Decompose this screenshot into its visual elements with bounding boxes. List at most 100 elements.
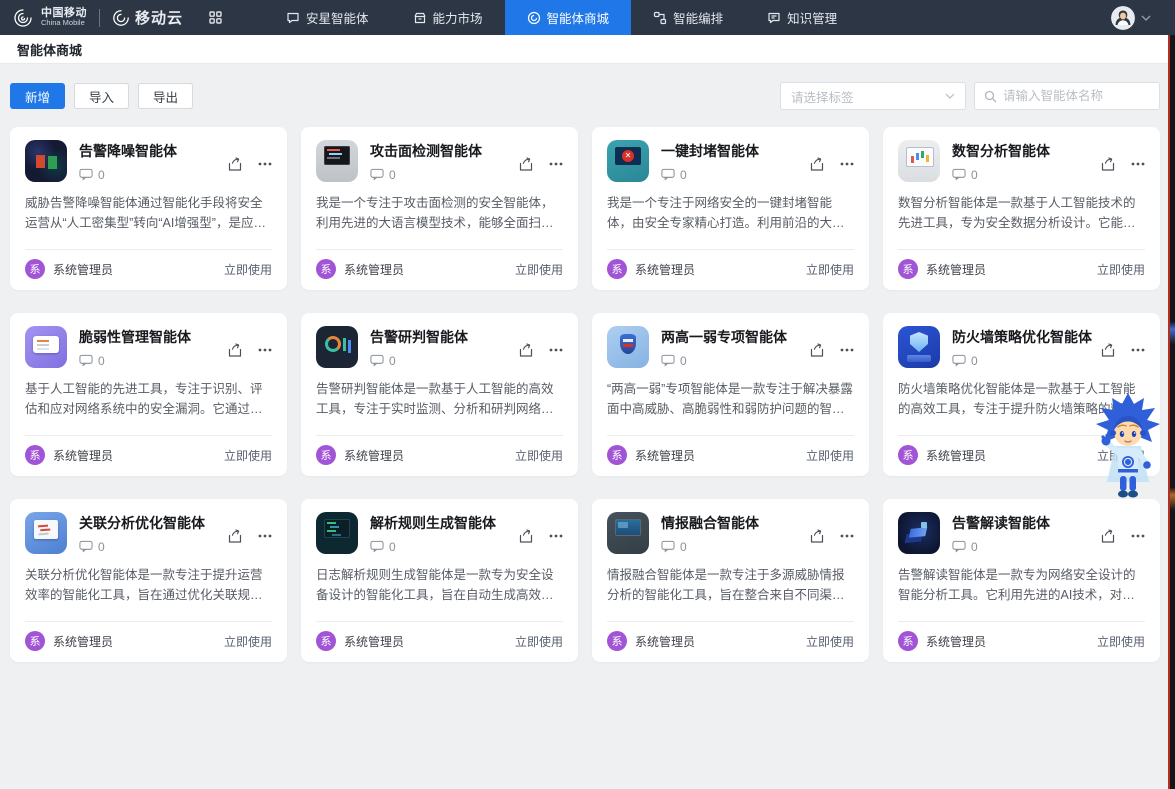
- more-options-icon[interactable]: [1131, 518, 1145, 554]
- nav-label: 智能体商城: [547, 8, 610, 27]
- nav-label: 能力市场: [433, 8, 483, 27]
- agent-card[interactable]: 两高一弱专项智能体 0 “两高一弱”专项智能体是一款专注于解决暴露面中高威胁、高…: [592, 313, 869, 476]
- chat-bubble-icon: [286, 11, 300, 25]
- share-icon[interactable]: [1100, 518, 1116, 554]
- share-icon[interactable]: [227, 518, 243, 554]
- agent-card[interactable]: 数智分析智能体 0 数智分析智能体是一款基于人工智能技术的先进工具，专为安全数据…: [883, 127, 1160, 290]
- use-now-link[interactable]: 立即使用: [806, 447, 854, 464]
- chevron-down-icon: [945, 93, 955, 99]
- import-button[interactable]: 导入: [74, 83, 129, 109]
- more-options-icon[interactable]: [258, 332, 272, 368]
- share-icon[interactable]: [809, 518, 825, 554]
- use-now-link[interactable]: 立即使用: [806, 633, 854, 650]
- agent-card[interactable]: 攻击面检测智能体 0 我是一个专注于攻击面检测的安全智能体，利用先进的大语言模型…: [301, 127, 578, 290]
- use-now-link[interactable]: 立即使用: [515, 261, 563, 278]
- more-options-icon[interactable]: [549, 518, 563, 554]
- use-now-link[interactable]: 立即使用: [1097, 261, 1145, 278]
- agent-description: 威胁告警降噪智能体通过智能化手段将安全运营从“人工密集型”转向“AI增强型”，是…: [25, 193, 272, 234]
- more-options-icon[interactable]: [1131, 146, 1145, 182]
- agent-card[interactable]: 脆弱性管理智能体 0 基于人工智能的先进工具，专注于识别、评估和应对网络系统中的…: [10, 313, 287, 476]
- use-now-link[interactable]: 立即使用: [806, 261, 854, 278]
- more-options-icon[interactable]: [258, 518, 272, 554]
- agent-title: 两高一弱专项智能体: [661, 326, 801, 347]
- agent-search-input[interactable]: [1003, 89, 1150, 103]
- agent-title: 告警降噪智能体: [79, 140, 219, 161]
- china-mobile-logo-icon: [13, 8, 33, 28]
- owner-avatar: 系: [316, 631, 336, 651]
- nav-item-anxing-agent[interactable]: 安星智能体: [264, 0, 391, 35]
- nav-label: 智能编排: [673, 8, 723, 27]
- agent-title: 数智分析智能体: [952, 140, 1092, 161]
- comment-icon: [952, 540, 966, 553]
- share-icon[interactable]: [518, 518, 534, 554]
- brand-divider: [99, 9, 100, 27]
- navbar-right: [1111, 0, 1175, 35]
- owner-name: 系统管理员: [344, 633, 404, 650]
- apps-grid-icon[interactable]: [209, 0, 222, 35]
- knowledge-icon: [767, 11, 781, 25]
- share-icon[interactable]: [809, 332, 825, 368]
- owner-name: 系统管理员: [926, 447, 986, 464]
- use-now-link[interactable]: 立即使用: [1097, 633, 1145, 650]
- agent-card[interactable]: 情报融合智能体 0 情报融合智能体是一款专注于多源威胁情报分析的智能化工具，旨在…: [592, 499, 869, 662]
- alert-interpretation-agent-icon: [898, 512, 940, 554]
- share-icon[interactable]: [518, 332, 534, 368]
- use-now-link[interactable]: 立即使用: [515, 633, 563, 650]
- agent-title: 告警研判智能体: [370, 326, 510, 347]
- more-options-icon[interactable]: [840, 518, 854, 554]
- nav-item-knowledge[interactable]: 知识管理: [745, 0, 859, 35]
- more-options-icon[interactable]: [549, 332, 563, 368]
- share-icon[interactable]: [227, 332, 243, 368]
- agent-title: 关联分析优化智能体: [79, 512, 219, 533]
- agent-card[interactable]: 解析规则生成智能体 0 日志解析规则生成智能体是一款专为安全设备设计的智能化工具…: [301, 499, 578, 662]
- use-now-link[interactable]: 立即使用: [224, 447, 272, 464]
- nav-item-orchestration[interactable]: 智能编排: [631, 0, 745, 35]
- toolbar: 新增 导入 导出 请选择标签: [0, 64, 1175, 110]
- more-options-icon[interactable]: [840, 332, 854, 368]
- agent-card[interactable]: 一键封堵智能体 0 我是一个专注于网络安全的一键封堵智能体，由安全专家精心打造。…: [592, 127, 869, 290]
- use-now-link[interactable]: 立即使用: [515, 447, 563, 464]
- agent-store-icon: [527, 11, 541, 25]
- share-icon[interactable]: [518, 146, 534, 182]
- comment-icon: [370, 354, 384, 367]
- comment-count: 0: [971, 540, 978, 554]
- user-avatar[interactable]: [1111, 6, 1135, 30]
- data-intelligence-analysis-agent-icon: [898, 140, 940, 182]
- owner-name: 系统管理员: [344, 447, 404, 464]
- operator-name: 中国移动 China Mobile: [41, 8, 87, 27]
- share-icon[interactable]: [1100, 146, 1116, 182]
- agent-description: 防火墙策略优化智能体是一款基于人工智能的高效工具，专注于提升防火墙策略的精准性与…: [898, 379, 1145, 420]
- agent-card[interactable]: 告警降噪智能体 0 威胁告警降噪智能体通过智能化手段将安全运营从“人工密集型”转…: [10, 127, 287, 290]
- owner-avatar: 系: [898, 631, 918, 651]
- page-title: 智能体商城: [17, 40, 82, 59]
- add-button[interactable]: 新增: [10, 83, 65, 109]
- chevron-down-icon[interactable]: [1141, 15, 1151, 21]
- use-now-link[interactable]: 立即使用: [224, 261, 272, 278]
- comment-icon: [79, 354, 93, 367]
- more-options-icon[interactable]: [840, 146, 854, 182]
- comment-icon: [79, 540, 93, 553]
- use-now-link[interactable]: 立即使用: [224, 633, 272, 650]
- nav-item-capability-market[interactable]: 能力市场: [391, 0, 505, 35]
- agent-card[interactable]: 关联分析优化智能体 0 关联分析优化智能体是一款专注于提升运营效率的智能化工具，…: [10, 499, 287, 662]
- comment-count: 0: [680, 540, 687, 554]
- agent-description: 我是一个专注于网络安全的一键封堵智能体，由安全专家精心打造。利用前沿的大模型技术…: [607, 193, 854, 234]
- comment-icon: [661, 354, 675, 367]
- agent-title: 解析规则生成智能体: [370, 512, 510, 533]
- share-icon[interactable]: [227, 146, 243, 182]
- more-options-icon[interactable]: [258, 146, 272, 182]
- owner-avatar: 系: [898, 445, 918, 465]
- export-button[interactable]: 导出: [138, 83, 193, 109]
- comment-icon: [370, 168, 384, 181]
- agent-card[interactable]: 告警解读智能体 0 告警解读智能体是一款专为网络安全设计的智能分析工具。它利用先…: [883, 499, 1160, 662]
- parse-rule-generation-agent-icon: [316, 512, 358, 554]
- share-icon[interactable]: [1100, 332, 1116, 368]
- agent-card[interactable]: 告警研判智能体 0 告警研判智能体是一款基于人工智能的高效工具，专注于实时监测、…: [301, 313, 578, 476]
- agent-card[interactable]: 防火墙策略优化智能体 0 防火墙策略优化智能体是一款基于人工智能的高效工具，专注…: [883, 313, 1160, 476]
- share-icon[interactable]: [809, 146, 825, 182]
- use-now-link[interactable]: 立即使用: [1097, 447, 1145, 464]
- more-options-icon[interactable]: [549, 146, 563, 182]
- tag-select[interactable]: 请选择标签: [780, 82, 966, 110]
- more-options-icon[interactable]: [1131, 332, 1145, 368]
- nav-item-agent-store[interactable]: 智能体商城: [505, 0, 632, 35]
